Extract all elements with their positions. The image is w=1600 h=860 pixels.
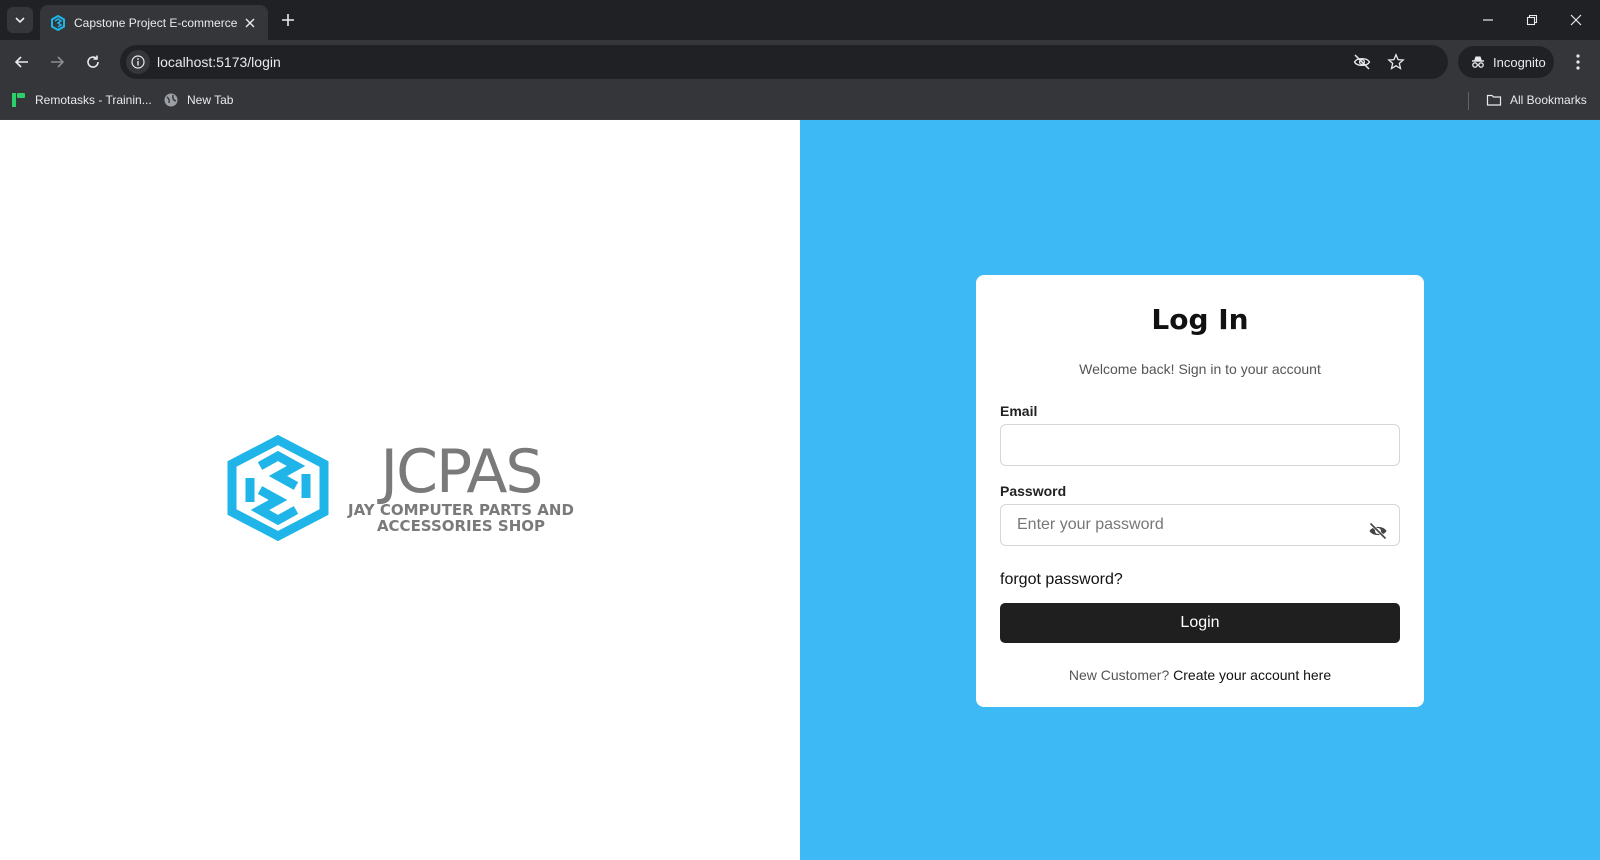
site-info-icon[interactable] xyxy=(126,50,150,74)
close-window-icon[interactable] xyxy=(1566,10,1586,30)
bookmarks-bar: Remotasks - Trainin... New Tab All Bookm… xyxy=(0,84,1600,120)
tab-search-button[interactable] xyxy=(7,7,33,33)
bookmark-label: Remotasks - Trainin... xyxy=(35,93,152,107)
forgot-password-link[interactable]: forgot password? xyxy=(1000,571,1123,589)
minimize-window-icon[interactable] xyxy=(1478,10,1498,30)
signup-prompt: New Customer? Create your account here xyxy=(976,667,1424,683)
all-bookmarks-label: All Bookmarks xyxy=(1510,93,1587,107)
jcpas-logo: JCPAS JAY COMPUTER PARTS AND ACCESSORIES… xyxy=(224,434,574,542)
browser-tab-strip: Capstone Project E-commerce xyxy=(0,0,1600,40)
back-arrow-icon[interactable] xyxy=(10,50,34,74)
restore-window-icon[interactable] xyxy=(1522,10,1542,30)
reload-icon[interactable] xyxy=(81,50,105,74)
login-card: Log In Welcome back! Sign in to your acc… xyxy=(976,275,1424,707)
bookmark-label: New Tab xyxy=(187,93,234,107)
bookmark-item[interactable]: Remotasks - Trainin... xyxy=(11,92,152,108)
brand-tagline-line-2: ACCESSORIES SHOP xyxy=(376,517,545,535)
email-label: Email xyxy=(1000,403,1038,419)
password-field[interactable] xyxy=(1000,504,1400,546)
new-tab-plus-icon[interactable] xyxy=(278,10,298,30)
url-text[interactable]: localhost:5173/login xyxy=(157,54,281,70)
brand-tagline-line-1: JAY COMPUTER PARTS AND xyxy=(348,501,574,519)
brand-name: JCPAS xyxy=(380,437,543,507)
forward-arrow-icon[interactable] xyxy=(45,50,69,74)
login-panel: Log In Welcome back! Sign in to your acc… xyxy=(800,120,1600,860)
folder-icon xyxy=(1486,92,1502,108)
kebab-menu-icon[interactable] xyxy=(1568,50,1588,74)
tab-title: Capstone Project E-commerce xyxy=(74,15,238,30)
password-label: Password xyxy=(1000,483,1067,499)
login-title: Log In xyxy=(1151,303,1249,336)
toggle-password-visibility-icon[interactable] xyxy=(1366,519,1390,543)
globe-icon xyxy=(163,92,179,108)
incognito-label: Incognito xyxy=(1493,54,1546,70)
email-field[interactable] xyxy=(1000,424,1400,466)
login-button[interactable]: Login xyxy=(1000,603,1400,643)
bookmark-separator xyxy=(1468,92,1469,110)
close-tab-icon[interactable] xyxy=(242,15,258,31)
brand-panel: JCPAS JAY COMPUTER PARTS AND ACCESSORIES… xyxy=(0,120,800,860)
browser-toolbar: localhost:5173/login Incognito xyxy=(0,40,1600,84)
remotasks-icon xyxy=(11,92,27,108)
eye-off-icon[interactable] xyxy=(1352,52,1372,72)
logo-wordmark: JCPAS JAY COMPUTER PARTS AND ACCESSORIES… xyxy=(348,442,574,534)
new-customer-text: New Customer? xyxy=(1068,667,1170,683)
incognito-indicator[interactable]: Incognito xyxy=(1458,46,1554,78)
all-bookmarks-button[interactable]: All Bookmarks xyxy=(1486,92,1587,108)
chevron-down-icon xyxy=(15,17,25,24)
bookmark-star-icon[interactable] xyxy=(1386,52,1406,72)
address-bar[interactable]: localhost:5173/login xyxy=(120,45,1448,79)
create-account-link[interactable]: Create your account here xyxy=(1173,667,1331,683)
bookmark-item[interactable]: New Tab xyxy=(163,92,233,108)
login-subtitle: Welcome back! Sign in to your account xyxy=(1079,361,1321,377)
site-favicon-icon xyxy=(50,14,66,31)
jcpas-hexagon-logo-icon xyxy=(227,434,329,542)
incognito-icon xyxy=(1472,56,1484,68)
browser-tab[interactable]: Capstone Project E-commerce xyxy=(40,5,268,40)
